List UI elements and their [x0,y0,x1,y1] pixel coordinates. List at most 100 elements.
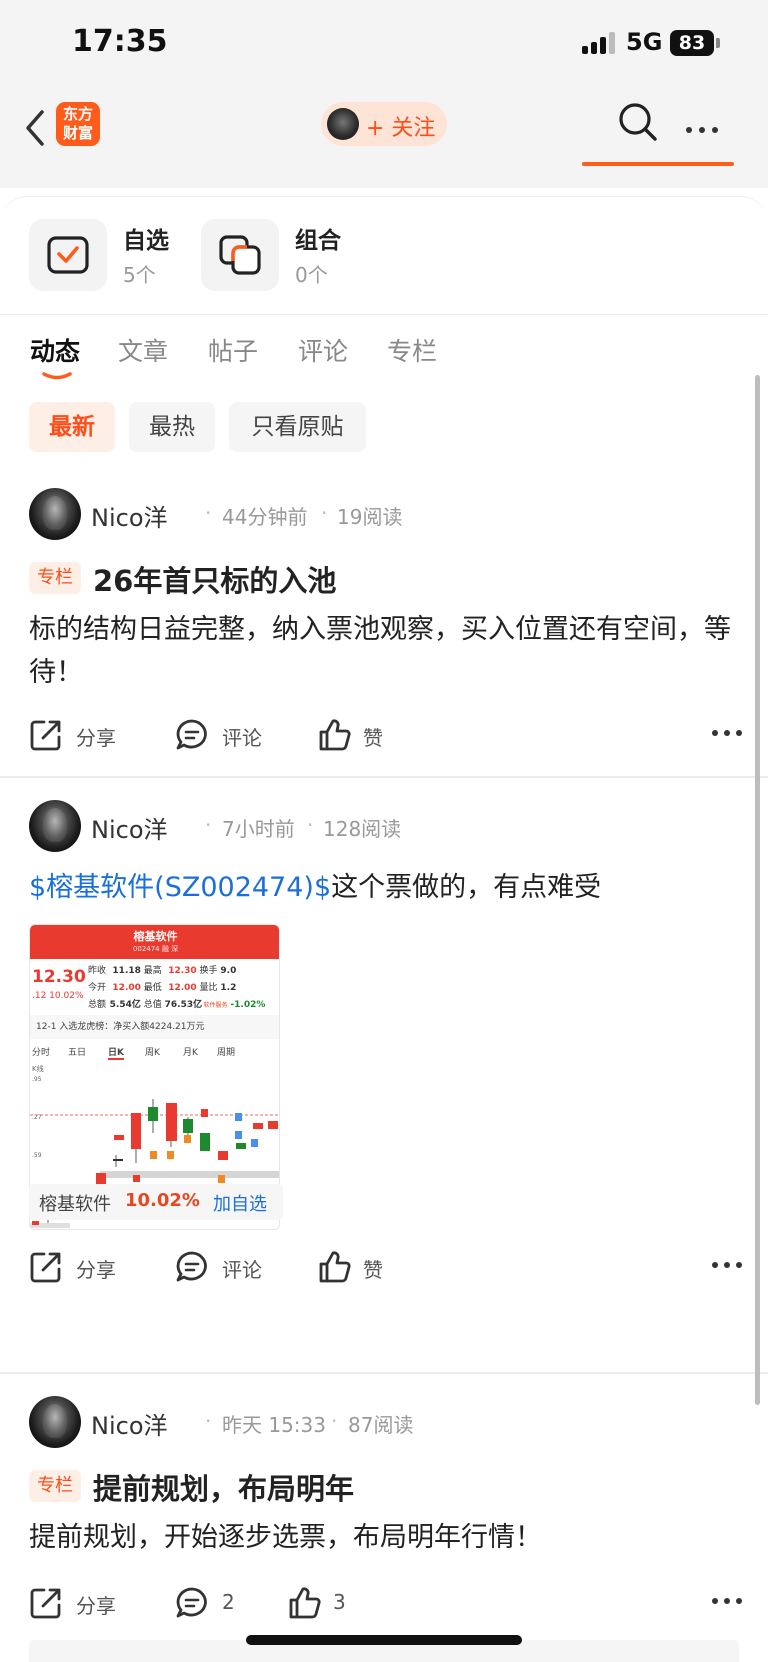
author-name[interactable]: Nico洋 [91,498,168,533]
chart-tab: 分时 [32,1048,51,1058]
watchlist-count: 5个 [123,263,156,287]
read-count: 87阅读 [348,1413,414,1437]
image-price: 12.30 [32,967,86,987]
network-type: 5G [626,28,663,56]
tab-articles[interactable]: 文章 [118,332,168,368]
post-time: 7小时前 [222,817,295,841]
meta-separator: · [205,501,212,525]
tab-comments[interactable]: 评论 [298,332,348,368]
home-indicator[interactable] [246,1635,522,1645]
svg-text:.95: .95 [32,1076,42,1083]
more-icon[interactable] [684,120,724,133]
share-button[interactable]: 分享 [29,714,139,758]
logo-line-1: 东方 [62,105,93,123]
comment-button[interactable]: 评论 [175,714,285,758]
share-icon [30,1252,61,1283]
like-button[interactable]: 赞 [318,714,418,758]
share-button[interactable]: 分享 [29,1246,139,1290]
quote-row: 昨收 11.18 最高 12.30 换手 9.0 [88,966,237,976]
filter-hottest[interactable]: 最热 [129,402,215,452]
like-button[interactable]: 3 [288,1582,368,1626]
comment-label: 评论 [222,726,262,750]
active-tab-indicator [42,372,72,380]
stock-chip[interactable]: 榕基软件 10.02% 加自选 [29,1184,283,1220]
logo-line-2: 财富 [62,124,93,142]
watchlist-title: 自选 [123,228,169,254]
more-icon[interactable] [711,1260,743,1270]
stock-link[interactable]: $榕基软件(SZ002474)$ [29,872,331,903]
post-body[interactable]: 提前规划，开始逐步选票，布局明年行情！ [29,1516,741,1559]
portfolio-entry[interactable]: 组合 0个 [201,219,361,291]
author-name[interactable]: Nico洋 [91,810,168,845]
share-label: 分享 [76,1594,116,1618]
post-body[interactable]: 标的结构日益完整，纳入票池观察，买入位置还有空间，等待！ [29,608,741,694]
avatar [327,108,359,140]
share-button[interactable]: 分享 [29,1582,139,1626]
comment-count: 2 [222,1590,235,1614]
share-label: 分享 [76,726,116,750]
comment-icon [176,719,207,750]
tab-columns[interactable]: 专栏 [387,332,437,368]
image-header: 榕基软件 002474 融 深 [30,925,279,959]
read-count: 19阅读 [337,505,403,529]
app-logo[interactable]: 东方 财富 [56,102,100,146]
divider [0,314,768,315]
quick-entries: 自选 5个 组合 0个 [0,196,768,314]
post-divider [0,1372,768,1374]
portfolio-count: 0个 [295,263,328,287]
search-icon[interactable] [618,102,658,142]
post-item[interactable]: Nico洋 · 7小时前 · 128阅读 $榕基软件(SZ002474)$这个票… [0,800,768,1368]
portfolio-icon [201,219,279,291]
image-notice: 12-1 入选龙虎榜：净买入额4224.21万元 [30,1015,279,1039]
avatar[interactable] [29,488,81,540]
stock-name: 榕基软件 [39,1194,111,1215]
post-actions: 分享 2 3 [29,1582,743,1626]
post-body-text: 这个票做的，有点难受 [331,872,602,903]
quote-row: 总额 5.54亿 总值 76.53亿 软件服务 -1.02% [88,1000,266,1010]
post-body[interactable]: $榕基软件(SZ002474)$这个票做的，有点难受 [29,866,741,909]
signal-icon [582,32,618,54]
share-label: 分享 [76,1258,116,1282]
tab-posts[interactable]: 帖子 [208,332,258,368]
avatar[interactable] [29,1396,81,1448]
scrollbar[interactable] [755,375,760,1405]
post-title[interactable]: 提前规划，布局明年 [93,1466,354,1508]
post-actions: 分享 评论 赞 [29,1246,743,1290]
post-title[interactable]: 26年首只标的入池 [93,558,336,600]
meta-separator: · [205,1409,212,1433]
chart-tab: 周期 [217,1048,236,1058]
post-item[interactable]: Nico洋 · 昨天 15:33 · 87阅读 专栏 提前规划，布局明年 提前规… [0,1396,768,1636]
meta-separator: · [307,813,314,837]
add-watchlist-button[interactable]: 加自选 [213,1190,267,1216]
like-label: 赞 [363,1258,383,1282]
like-button[interactable]: 赞 [318,1246,418,1290]
chart-tab: 五日 [68,1048,87,1058]
post-actions: 分享 评论 赞 [29,714,743,758]
author-name[interactable]: Nico洋 [91,1406,168,1441]
more-icon[interactable] [711,728,743,738]
follow-button[interactable]: + 关注 [321,102,447,146]
comment-button[interactable]: 评论 [175,1246,285,1290]
more-icon[interactable] [711,1596,743,1606]
stock-change: 10.02% [125,1190,200,1211]
tab-dynamic[interactable]: 动态 [30,332,80,368]
follow-label: + 关注 [366,116,436,141]
watchlist-entry[interactable]: 自选 5个 [29,219,189,291]
battery-icon: 83 [670,30,714,56]
post-header: Nico洋 · 昨天 15:33 · 87阅读 [29,1396,729,1448]
filter-original-only[interactable]: 只看原贴 [229,402,366,452]
comment-button[interactable]: 2 [175,1582,255,1626]
like-label: 赞 [363,726,383,750]
portfolio-title: 组合 [295,228,341,254]
chart-tab: 周K [145,1048,160,1058]
avatar[interactable] [29,800,81,852]
share-icon [30,720,61,751]
post-item[interactable]: Nico洋 · 44分钟前 · 19阅读 专栏 26年首只标的入池 标的结构日益… [0,488,768,776]
content-tabs: 动态 文章 帖子 评论 专栏 [30,332,750,382]
svg-text:K线: K线 [32,1064,44,1073]
watchlist-icon [29,219,107,291]
filter-latest[interactable]: 最新 [29,402,115,452]
comment-icon [176,1251,207,1282]
post-header: Nico洋 · 44分钟前 · 19阅读 [29,488,729,540]
comment-label: 评论 [222,1258,262,1282]
